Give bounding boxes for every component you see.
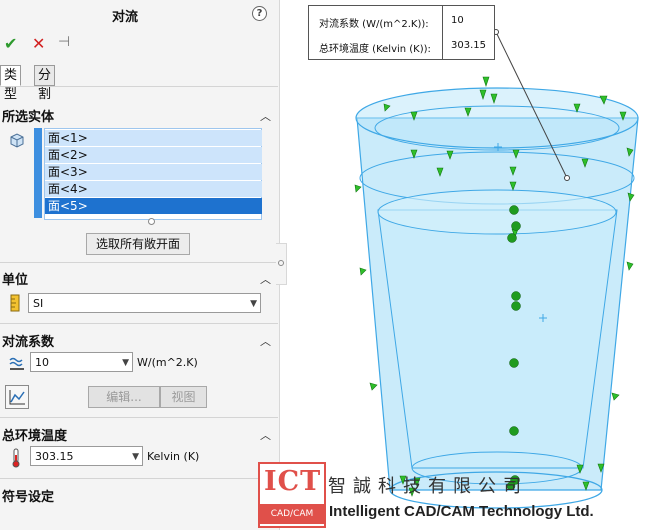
convection-coefficient-header[interactable]: 对流系数 — [2, 331, 54, 350]
callout-coefficient-value: 10 — [451, 15, 464, 26]
convection-icon — [9, 357, 24, 370]
divider — [0, 86, 278, 87]
load-callout[interactable]: 对流系数 (W/(m^2.K)): 10 总环境温度 (Kelvin (K)):… — [308, 5, 495, 60]
help-icon[interactable]: ? — [252, 6, 267, 21]
chevron-down-icon: ▼ — [250, 299, 257, 309]
ict-logo-box: ICT CAD/CAM — [258, 462, 326, 528]
property-manager-panel: 对流 ? ✔ ✕ ⊣ 类型 分割 所选实体 ︿ 面<1> 面<2> 面<3> 面… — [0, 0, 280, 530]
callout-temperature-value: 303.15 — [451, 40, 486, 51]
resize-handle[interactable] — [148, 218, 155, 225]
pin-icon[interactable]: ⊣ — [58, 34, 70, 50]
convection-coefficient-value: 10 — [35, 356, 49, 369]
view-button[interactable]: 视图 — [160, 386, 207, 408]
graphics-viewport[interactable] — [280, 0, 651, 530]
thermometer-icon — [12, 448, 20, 468]
callout-coefficient-label: 对流系数 (W/(m^2.K)): — [319, 19, 429, 30]
list-item[interactable]: 面<3> — [45, 164, 262, 180]
tab-split[interactable]: 分割 — [34, 65, 56, 102]
divider — [0, 478, 278, 479]
list-item[interactable]: 面<1> — [45, 130, 262, 146]
cancel-icon[interactable]: ✕ — [32, 34, 45, 53]
symbol-settings-header[interactable]: 符号设定 — [2, 486, 54, 505]
curve-button[interactable] — [5, 385, 29, 409]
graph-icon — [9, 390, 25, 405]
company-name-chinese: 智誠科技有限公司 — [328, 476, 528, 497]
ambient-temperature-header[interactable]: 总环境温度 — [2, 425, 67, 444]
convection-coefficient-input[interactable]: 10 ▼ — [30, 352, 133, 372]
ambient-temperature-input[interactable]: 303.15 ▼ — [30, 446, 143, 466]
ict-logo-text: ICT — [264, 466, 322, 497]
collapse-chevron-icon[interactable]: ︿ — [260, 333, 271, 349]
cup-top-rim[interactable] — [355, 87, 639, 149]
collapse-chevron-icon[interactable]: ︿ — [260, 271, 271, 287]
selected-entities-header[interactable]: 所选实体 — [2, 106, 54, 125]
callout-temperature-label: 总环境温度 (Kelvin (K)): — [319, 44, 431, 55]
face-selection-icon — [10, 133, 24, 148]
callout-anchor — [564, 175, 570, 181]
callout-divider — [442, 6, 443, 59]
divider — [0, 262, 278, 263]
unit-system-value: SI — [33, 297, 44, 310]
edit-button[interactable]: 编辑... — [88, 386, 160, 408]
ambient-temperature-value: 303.15 — [35, 450, 74, 463]
temperature-unit-label: Kelvin (K) — [147, 450, 200, 463]
ict-logo-subtext: CAD/CAM — [260, 504, 324, 524]
units-header[interactable]: 单位 — [2, 269, 28, 288]
select-all-open-faces-button[interactable]: 选取所有敞开面 — [86, 233, 190, 255]
list-item[interactable]: 面<2> — [45, 147, 262, 163]
ruler-icon — [10, 294, 20, 312]
collapse-chevron-icon[interactable]: ︿ — [260, 427, 271, 443]
ok-icon[interactable]: ✔ — [4, 34, 17, 53]
convection-unit-label: W/(m^2.K) — [137, 356, 198, 369]
divider — [0, 323, 278, 324]
unit-system-select[interactable]: SI ▼ — [28, 293, 261, 313]
divider — [0, 417, 278, 418]
list-item[interactable]: 面<4> — [45, 181, 262, 197]
collapse-chevron-icon[interactable]: ︿ — [260, 108, 271, 124]
tab-type[interactable]: 类型 — [0, 65, 22, 102]
list-item-selected[interactable]: 面<5> — [45, 198, 262, 214]
chevron-down-icon: ▼ — [132, 452, 139, 462]
cup-liquid-surface[interactable] — [377, 189, 617, 235]
company-name-english: Intelligent CAD/CAM Technology Ltd. — [329, 503, 594, 520]
cup-inner-wall[interactable] — [377, 209, 618, 469]
chevron-down-icon: ▼ — [122, 358, 129, 368]
selected-faces-list[interactable]: 面<1> 面<2> 面<3> 面<4> 面<5> — [44, 128, 262, 220]
panel-title: 对流 — [111, 10, 138, 25]
selection-color-bar — [34, 128, 42, 218]
